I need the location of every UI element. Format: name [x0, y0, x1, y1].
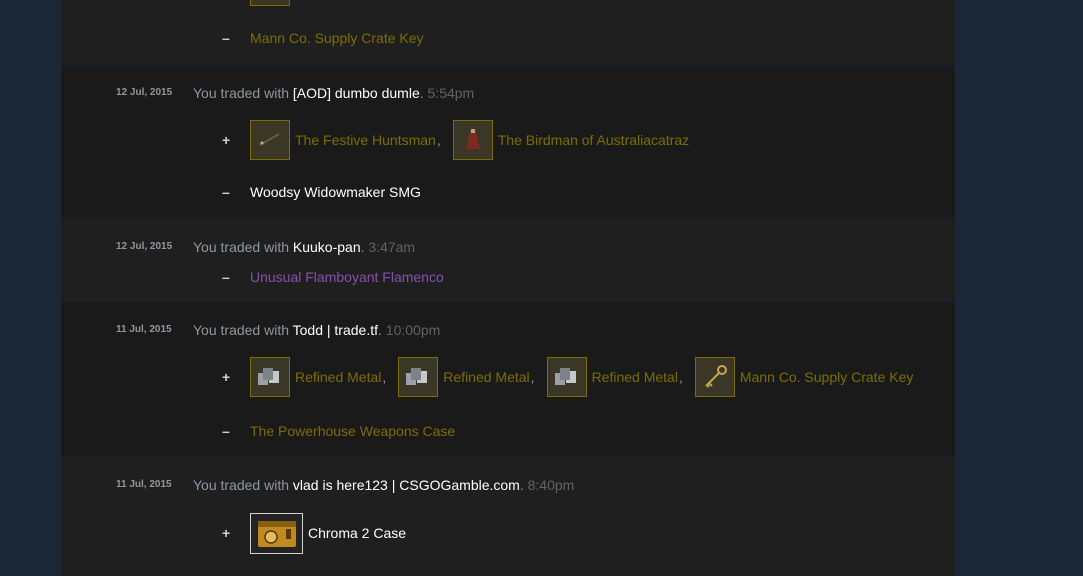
minus-sign: –: [222, 30, 230, 46]
item-name-link[interactable]: Refined Metal: [295, 369, 381, 385]
trade-partner-link[interactable]: Todd | trade.tf: [293, 322, 378, 338]
trade-summary: You traded with Todd | trade.tf. 10:00pm: [193, 322, 440, 338]
trade-row: 12 Jul, 2015 You traded with [AOD] dumbo…: [61, 66, 955, 220]
minus-sign: –: [222, 269, 230, 285]
item-name-link[interactable]: Woodsy Widowmaker SMG: [250, 184, 421, 200]
bird-hat-icon[interactable]: [452, 120, 493, 160]
metal-icon[interactable]: [250, 357, 290, 397]
trade-time: 10:00pm: [385, 322, 441, 338]
received-item[interactable]: Refined Metal,: [546, 357, 683, 397]
received-items: + Chroma 2 Case: [222, 512, 418, 554]
item-name-link[interactable]: Unusual Flamboyant Flamenco: [250, 269, 444, 285]
item-name-link[interactable]: The Birdman of Australiacatraz: [498, 132, 689, 148]
trade-summary: You traded with Kuuko-pan. 3:47am: [193, 239, 415, 255]
separator: ,: [530, 369, 535, 385]
separator: ,: [382, 369, 387, 385]
plus-sign: +: [222, 369, 231, 385]
minus-sign: –: [222, 184, 230, 200]
item-name-link[interactable]: Chroma 2 Case: [308, 525, 406, 541]
received-item[interactable]: Mann Co. Supply Crate Key: [694, 357, 914, 397]
plus-sign: +: [222, 525, 231, 541]
item-name-link[interactable]: The Festive Huntsman: [295, 132, 436, 148]
trade-row: – Mann Co. Supply Crate Key: [61, 0, 955, 66]
trade-time: 3:47am: [368, 239, 416, 255]
received-items: + The Festive Huntsman, The Birdman of A…: [222, 119, 701, 161]
given-items: – Woodsy Widowmaker SMG: [222, 184, 421, 200]
minus-sign: –: [222, 423, 230, 439]
received-item[interactable]: Chroma 2 Case: [250, 512, 406, 554]
item-name-link[interactable]: Mann Co. Supply Crate Key: [740, 369, 914, 385]
item-thumbnail[interactable]: [250, 0, 290, 6]
received-item[interactable]: Refined Metal,: [398, 357, 535, 397]
item-name-link[interactable]: The Powerhouse Weapons Case: [250, 423, 455, 439]
trade-row: 12 Jul, 2015 You traded with Kuuko-pan. …: [61, 220, 955, 303]
separator: ,: [436, 132, 441, 148]
period: .: [360, 239, 365, 255]
plus-sign: +: [222, 132, 231, 148]
key-icon[interactable]: [694, 357, 735, 397]
given-items: – Mann Co. Supply Crate Key: [222, 30, 424, 46]
trade-partner-link[interactable]: vlad is here123 | CSGOGamble.com: [293, 477, 520, 493]
item-name-link[interactable]: Refined Metal: [592, 369, 678, 385]
trade-history-panel: – Mann Co. Supply Crate Key 12 Jul, 2015…: [61, 0, 955, 576]
separator: ,: [678, 369, 683, 385]
trade-partner-link[interactable]: [AOD] dumbo dumle: [293, 85, 420, 101]
metal-icon[interactable]: [398, 357, 439, 397]
trade-row: 11 Jul, 2015 You traded with vlad is her…: [61, 458, 955, 576]
period: .: [519, 477, 524, 493]
trade-prefix: You traded with: [193, 85, 289, 101]
received-item[interactable]: Refined Metal,: [250, 357, 386, 397]
bow-icon[interactable]: [250, 120, 290, 160]
trade-summary: You traded with [AOD] dumbo dumle. 5:54p…: [193, 85, 474, 101]
given-items: – The Powerhouse Weapons Case: [222, 423, 455, 439]
trade-time: 8:40pm: [527, 477, 575, 493]
period: .: [378, 322, 382, 338]
trade-prefix: You traded with: [193, 239, 289, 255]
item-name-link[interactable]: Refined Metal: [443, 369, 529, 385]
case-icon[interactable]: [250, 512, 303, 554]
item-name-link[interactable]: Mann Co. Supply Crate Key: [250, 30, 424, 46]
trade-partner-link[interactable]: Kuuko-pan: [293, 239, 361, 255]
received-items: + Refined Metal, Refined Metal, Refined …: [222, 356, 925, 398]
received-item[interactable]: The Festive Huntsman,: [250, 120, 441, 160]
period: .: [419, 85, 424, 101]
trade-summary: You traded with vlad is here123 | CSGOGa…: [193, 477, 574, 493]
trade-prefix: You traded with: [193, 322, 289, 338]
given-items: – Unusual Flamboyant Flamenco: [222, 269, 444, 285]
metal-icon[interactable]: [546, 357, 587, 397]
trade-time: 5:54pm: [427, 85, 475, 101]
trade-row: 11 Jul, 2015 You traded with Todd | trad…: [61, 303, 955, 458]
received-item[interactable]: The Birdman of Australiacatraz: [452, 120, 689, 160]
trade-prefix: You traded with: [193, 477, 289, 493]
